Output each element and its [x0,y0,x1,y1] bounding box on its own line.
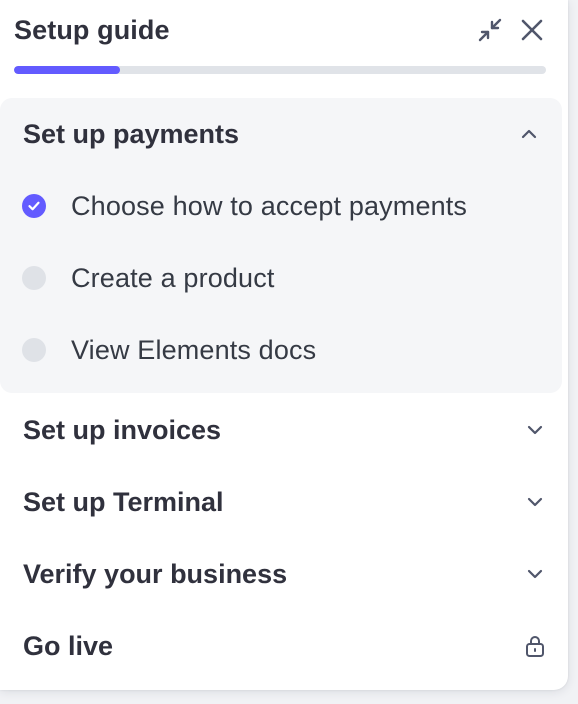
chevron-down-icon [524,419,546,441]
progress-bar-fill [14,66,121,74]
chevron-down-icon [524,563,546,585]
section-header-set-up-payments[interactable]: Set up payments [23,114,540,154]
task-item-create-product[interactable]: Create a product [22,258,542,298]
section-set-up-payments: Set up payments Choose how to accept pay… [0,98,562,393]
close-button[interactable] [518,16,546,44]
setup-guide-panel: Setup guide Set up payments Choose how t… [0,0,568,690]
setup-guide-header: Setup guide [14,10,546,50]
task-label: View Elements docs [71,334,317,365]
close-icon [521,19,543,41]
task-label: Choose how to accept payments [71,190,468,221]
task-item-choose-payments[interactable]: Choose how to accept payments [22,186,542,226]
progress-bar [14,66,546,74]
task-item-view-elements-docs[interactable]: View Elements docs [22,330,542,370]
section-header-go-live[interactable]: Go live [23,626,546,666]
section-header-set-up-terminal[interactable]: Set up Terminal [23,482,546,522]
check-circle-icon [22,194,46,218]
setup-guide-title: Setup guide [14,14,170,45]
header-actions [476,16,546,44]
section-header-verify-business[interactable]: Verify your business [23,554,546,594]
task-label: Create a product [71,262,275,293]
section-title: Set up Terminal [23,486,224,517]
collapse-arrows-icon [478,18,502,42]
section-title: Set up invoices [23,414,222,445]
chevron-down-icon [524,491,546,513]
section-title: Verify your business [23,558,288,589]
section-title: Set up payments [23,118,240,149]
section-header-set-up-invoices[interactable]: Set up invoices [23,410,546,450]
lock-icon [524,635,546,657]
minimize-button[interactable] [476,16,504,44]
chevron-up-icon [518,123,540,145]
section-title: Go live [23,630,114,661]
empty-circle-icon [22,338,46,362]
empty-circle-icon [22,266,46,290]
